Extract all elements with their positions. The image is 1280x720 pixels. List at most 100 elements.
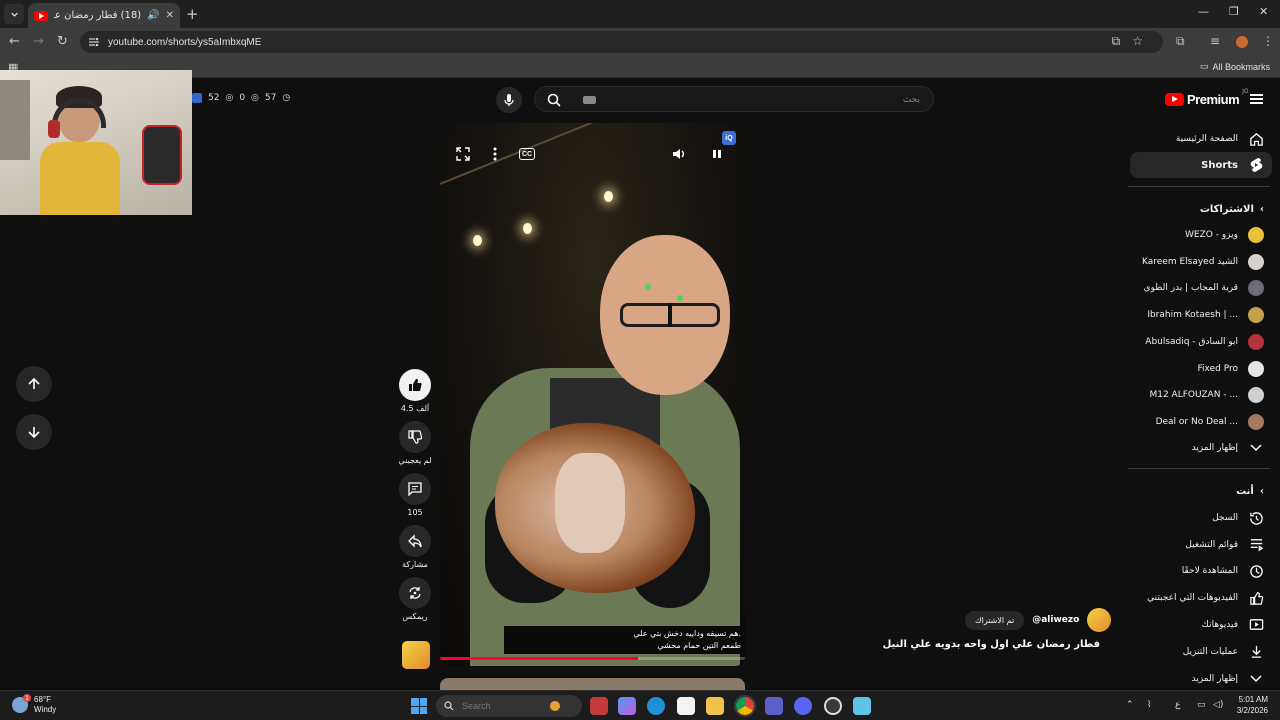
sidebar-item-shorts[interactable]: Shorts: [1130, 152, 1272, 178]
like-button[interactable]: [399, 369, 431, 401]
dislike-button[interactable]: [399, 421, 431, 453]
copilot-icon[interactable]: [618, 697, 636, 715]
clock-icon: ◷: [282, 93, 291, 103]
obs-icon[interactable]: [824, 697, 842, 715]
sidebar-subscription[interactable]: Kareem Elsayed الشيد: [1130, 249, 1272, 275]
remix-label: ريمكس: [402, 612, 428, 621]
previous-short-button[interactable]: [16, 366, 52, 402]
minimize-icon[interactable]: —: [1198, 5, 1209, 18]
channel-handle[interactable]: @aliwezo: [1032, 615, 1079, 625]
window-close-icon[interactable]: ✕: [1259, 5, 1268, 18]
progress-bar[interactable]: [440, 657, 745, 660]
file-explorer-icon[interactable]: [706, 697, 724, 715]
bookmark-star-icon[interactable]: ☆: [1132, 34, 1155, 48]
mute-button[interactable]: [668, 143, 690, 165]
restore-icon[interactable]: ❐: [1229, 5, 1239, 18]
sidebar-item-downloads[interactable]: عمليات التنزيل: [1130, 639, 1272, 665]
audio-playing-icon[interactable]: 🔊: [147, 10, 159, 21]
start-button[interactable]: [411, 698, 427, 714]
tray-overflow-icon[interactable]: ⌃: [1126, 700, 1134, 710]
playlists-icon: [1248, 537, 1264, 553]
youtube-logo-icon: [1165, 93, 1184, 106]
subscribed-button[interactable]: تم الاشتراك: [965, 610, 1025, 630]
sidebar-subscription[interactable]: M12 ALFOUZAN - ...: [1130, 382, 1272, 408]
sidebar-subscription[interactable]: Ibrahim Kotaesh | ...: [1130, 302, 1272, 328]
speaker-icon[interactable]: ◁): [1213, 700, 1223, 710]
teams-icon[interactable]: [765, 697, 783, 715]
stats-badge-icon: [192, 93, 202, 103]
sidebar-subscription[interactable]: Fixed Pro: [1130, 356, 1272, 382]
active-tab[interactable]: (18) فطار رمضان علي اول وا 🔊 ✕: [28, 3, 180, 28]
next-short-preview[interactable]: [440, 678, 745, 690]
search-button[interactable]: [543, 89, 565, 111]
video-frame: [440, 123, 745, 666]
comment-count: 105: [407, 508, 423, 517]
app-icon-generic[interactable]: [853, 697, 871, 715]
input-language[interactable]: ع: [1175, 700, 1180, 710]
reading-list-icon[interactable]: ≡: [1210, 34, 1220, 48]
voice-search-button[interactable]: [496, 87, 522, 113]
file-icon[interactable]: [677, 697, 695, 715]
discord-icon[interactable]: [794, 697, 812, 715]
video-caption: هم تسيفه وداييه دخش بتي علي. طمعم التين …: [504, 626, 745, 654]
sidebar-show-more[interactable]: إظهار المزيد: [1130, 435, 1272, 461]
youtube-premium-logo[interactable]: Premium JO: [1165, 88, 1249, 107]
weather-widget[interactable]: 1 68°F Windy: [12, 694, 56, 715]
back-icon[interactable]: ←: [9, 34, 20, 49]
taskbar-search[interactable]: [436, 695, 582, 717]
sidebar-item-liked-videos[interactable]: الفيديوهات التي أعجبتني: [1130, 585, 1272, 611]
progress-fill: [440, 657, 639, 660]
sidebar-item-history[interactable]: السجل: [1130, 505, 1272, 531]
sidebar-item-home[interactable]: الصفحة الرئيسية: [1130, 126, 1272, 152]
sidebar-subscription[interactable]: WEZO - ويزو: [1130, 222, 1272, 248]
app-icon-affinity[interactable]: [590, 697, 608, 715]
you-heading[interactable]: أنت ‹: [1130, 482, 1264, 500]
sidebar-item-watch-later[interactable]: المشاهدة لاحقًا: [1130, 558, 1272, 584]
more-options-button[interactable]: [484, 143, 506, 165]
extensions-icon[interactable]: ⧉: [1176, 34, 1185, 49]
sidebar-subscription[interactable]: قرية المجاب | بدر الطوي: [1130, 275, 1272, 301]
share-button[interactable]: [399, 525, 431, 557]
play-pause-button[interactable]: [706, 143, 728, 165]
sidebar-item-your-videos[interactable]: فيديوهاتك: [1130, 612, 1272, 638]
shorts-player[interactable]: CC iQ هم تسيفه وداييه دخش بتي علي. طمعم …: [440, 123, 745, 666]
captions-button[interactable]: CC: [516, 143, 538, 165]
sidebar-subscription[interactable]: Deal or No Deal ...: [1130, 409, 1272, 435]
network-icon[interactable]: ▭: [1197, 700, 1206, 710]
fullscreen-button[interactable]: [452, 143, 474, 165]
subscriptions-heading[interactable]: الاشتراكات ‹: [1130, 200, 1264, 218]
more-vertical-icon: [493, 147, 497, 161]
remix-button[interactable]: [399, 577, 431, 609]
taskbar-search-input[interactable]: [462, 701, 542, 711]
sound-thumbnail[interactable]: [402, 641, 430, 669]
extension-badge-icon[interactable]: iQ: [722, 131, 736, 145]
forward-icon[interactable]: →: [33, 34, 44, 49]
search-box[interactable]: [534, 86, 934, 112]
edge-icon[interactable]: [647, 697, 665, 715]
comments-button[interactable]: [399, 473, 431, 505]
next-short-button[interactable]: [16, 414, 52, 450]
search-input[interactable]: [595, 91, 920, 109]
sidebar-item-playlists[interactable]: قوائم التشغيل: [1130, 532, 1272, 558]
site-info-icon[interactable]: [88, 37, 100, 47]
tab-close-icon[interactable]: ✕: [166, 10, 174, 21]
all-bookmarks-button[interactable]: ▭ All Bookmarks: [1200, 61, 1270, 72]
new-tab-button[interactable]: +: [186, 5, 199, 23]
dislike-action: لم يعجبني: [398, 421, 432, 465]
address-bar[interactable]: youtube.com/shorts/ys5aImbxqME ⧉☆: [80, 31, 1163, 53]
reload-icon[interactable]: ↻: [57, 34, 68, 49]
sidebar-subscription[interactable]: Abulsadiq - ابو السادق: [1130, 329, 1272, 355]
tray-app-icon[interactable]: ⌇: [1147, 700, 1151, 710]
guide-menu-icon[interactable]: [1250, 94, 1263, 104]
chrome-icon[interactable]: [734, 695, 756, 717]
taskbar-clock[interactable]: 5:01 AM 3/2/2026: [1237, 694, 1268, 716]
webcam-shirt: [40, 142, 120, 215]
cast-icon[interactable]: ⧉: [1112, 34, 1133, 48]
profile-avatar[interactable]: [1236, 36, 1248, 48]
you-heading-label: أنت: [1236, 485, 1254, 497]
sidebar-show-more-2[interactable]: إظهار المزيد: [1130, 666, 1272, 692]
browser-menu-icon[interactable]: ⋮: [1262, 34, 1274, 48]
tab-search-button[interactable]: [4, 4, 24, 24]
light-bulb: [473, 235, 482, 246]
channel-avatar[interactable]: [1087, 608, 1112, 632]
